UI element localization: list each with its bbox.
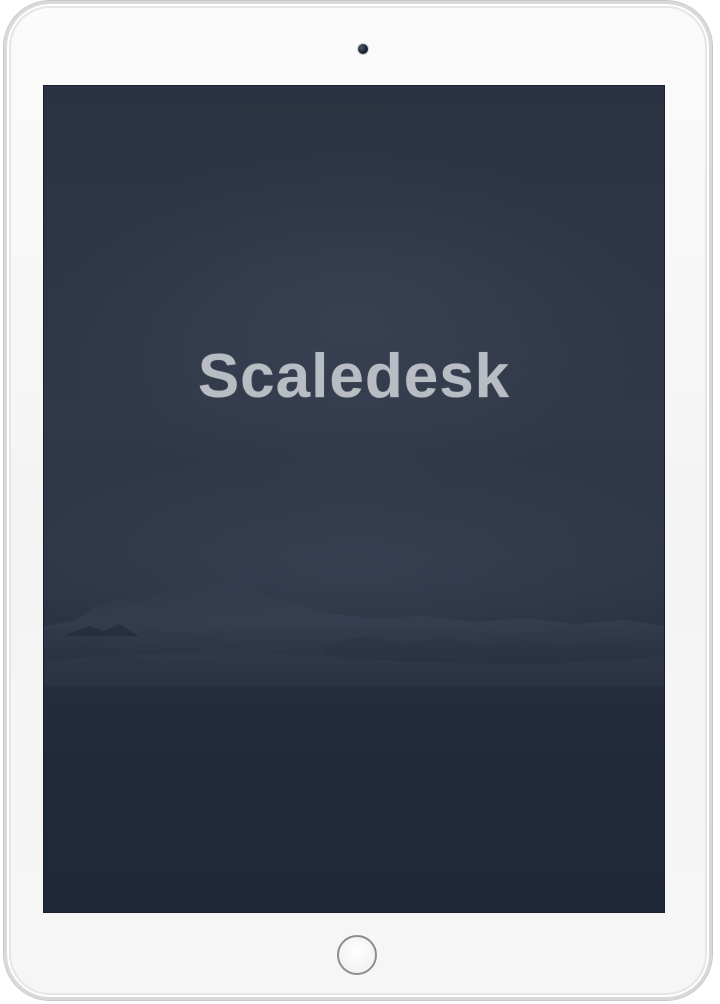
home-button-icon[interactable] bbox=[337, 935, 377, 975]
app-logo-text: Scaledesk bbox=[197, 342, 511, 411]
camera-icon bbox=[358, 44, 368, 54]
splash-screen: Scaledesk bbox=[44, 86, 664, 912]
mountain-background-image bbox=[44, 578, 664, 706]
